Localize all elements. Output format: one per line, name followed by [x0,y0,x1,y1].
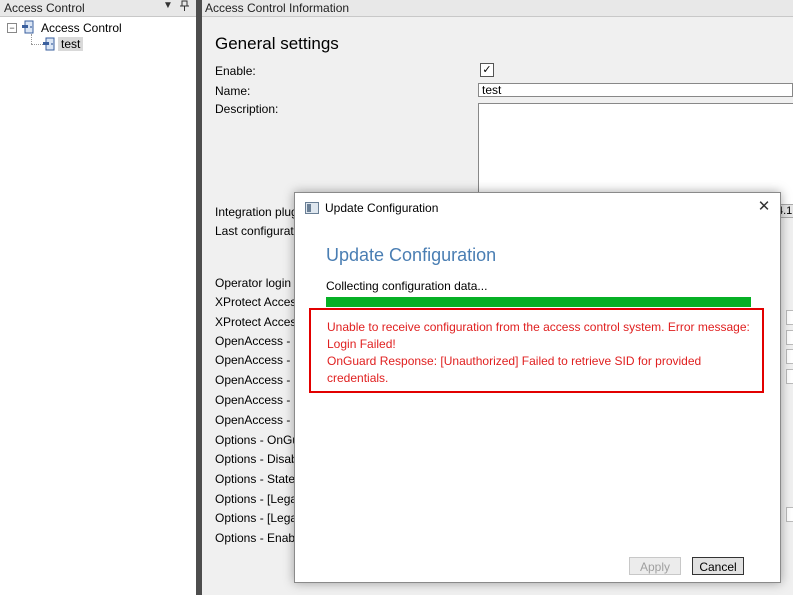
settings-label: Options - Enable [215,531,305,545]
dialog-titlebar[interactable]: Update Configuration ✕ [295,193,780,223]
pin-icon[interactable] [180,0,189,15]
update-configuration-dialog: Update Configuration ✕ Update Configurat… [294,192,781,583]
tree-item-access-control[interactable]: Access Control [41,21,122,35]
tree-connector [31,34,32,44]
settings-label: Operator login re [215,276,306,290]
settings-label: Options - OnGua [215,433,306,447]
settings-label: XProtect Access [215,295,303,309]
settings-value-field[interactable] [786,330,793,345]
chevron-down-icon[interactable]: ▼ [163,0,173,11]
access-control-icon [43,37,55,51]
error-message-box: Unable to receive configuration from the… [309,308,764,393]
right-pane-header: Access Control Information [202,0,793,17]
integration-plugin-label: Integration plug- [215,205,302,219]
tree-collapse-icon[interactable]: − [7,23,17,33]
settings-label: Options - States [215,472,302,486]
settings-label: XProtect Access [215,315,303,329]
name-label: Name: [215,84,251,98]
dialog-title: Update Configuration [325,201,439,215]
apply-button[interactable]: Apply [629,557,681,575]
left-pane: Access Control ▼ − Access Control test [0,0,197,595]
settings-value-field[interactable] [786,349,793,364]
cancel-button[interactable]: Cancel [692,557,744,575]
window-icon [305,202,319,214]
settings-label: OpenAccess - H [215,334,303,348]
error-message: Unable to receive configuration from the… [327,319,763,387]
settings-label: Options - [Lega [215,492,298,506]
error-line: Login Failed! [327,337,396,351]
right-pane-title: Access Control Information [205,1,350,15]
error-line: OnGuard Response: [Unauthorized] Failed … [327,354,702,368]
progress-bar [326,297,751,307]
name-field[interactable]: test [478,83,793,97]
error-line: Unable to receive configuration from the… [327,320,750,334]
last-configuration-label: Last configuratio [215,224,304,238]
enable-label: Enable: [215,64,256,78]
description-label: Description: [215,102,279,116]
enable-checkbox[interactable]: ✓ [480,63,494,77]
settings-label: OpenAccess - P [215,393,302,407]
tree-item-test[interactable]: test [58,37,84,51]
error-line: credentials. [327,371,389,385]
section-title: General settings [215,34,339,53]
progress-fill [326,297,751,307]
settings-label: OpenAccess - D [215,413,303,427]
left-pane-header: Access Control ▼ [0,0,196,17]
dialog-heading: Update Configuration [326,245,497,265]
access-control-icon [22,20,34,34]
settings-value-field[interactable] [786,507,793,522]
settings-label: OpenAccess - P [215,353,302,367]
close-icon[interactable]: ✕ [753,197,775,217]
settings-value-field[interactable] [786,310,793,325]
status-text: Collecting configuration data... [326,279,488,293]
settings-label: OpenAccess - U [215,373,303,387]
settings-value-field[interactable] [786,369,793,384]
settings-label: Options - [Lega [215,511,298,525]
left-pane-title: Access Control [4,1,85,15]
tree-connector [31,44,43,45]
